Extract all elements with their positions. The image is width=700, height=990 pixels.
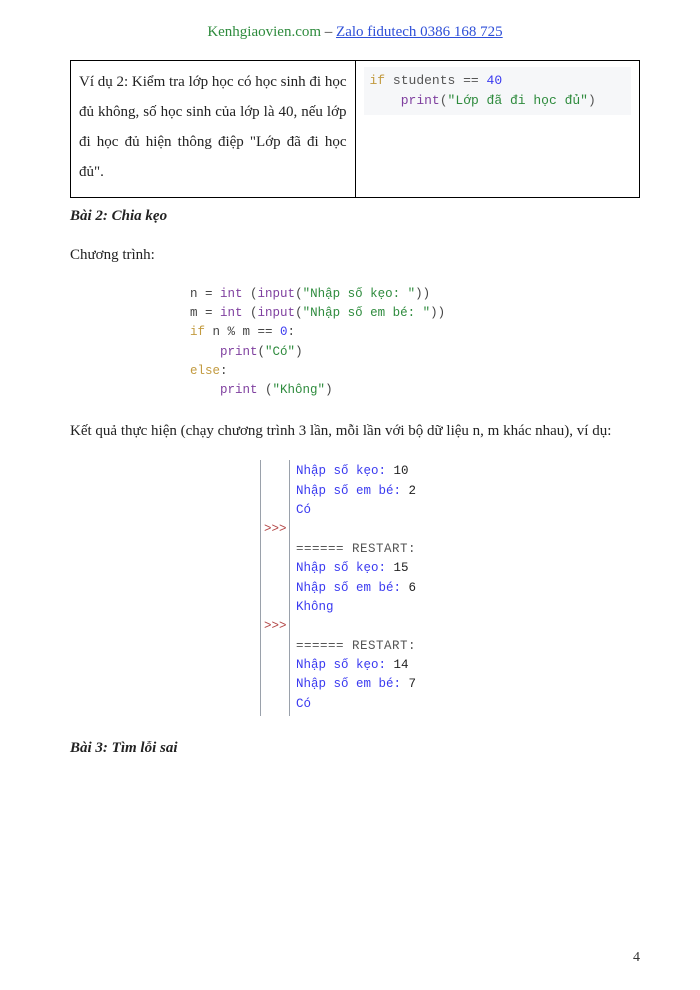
site-name: Kenhgiaovien.com (207, 24, 321, 40)
prompt-1: >>> (264, 522, 287, 536)
section2-para: Chương trình: (70, 243, 640, 269)
section3-title: Bài 3: Tìm lỗi sai (70, 736, 640, 762)
example-table: Ví dụ 2: Kiểm tra lớp học có học sinh đi… (70, 60, 640, 198)
example-code: if students == 40 print("Lớp đã đi học đ… (364, 67, 632, 115)
page-header: Kenhgiaovien.com – Zalo fidutech 0386 16… (70, 20, 640, 46)
example-code-cell: if students == 40 print("Lớp đã đi học đ… (355, 60, 640, 197)
zalo-link[interactable]: Zalo fidutech 0386 168 725 (336, 24, 503, 40)
example-text: Ví dụ 2: Kiểm tra lớp học có học sinh đi… (79, 74, 347, 180)
output-gutter: >>> >>> (260, 460, 290, 716)
output-body: Nhập số kẹo: 10 Nhập số em bé: 2 Có ====… (290, 460, 422, 716)
section2-title: Bài 2: Chia kẹo (70, 204, 640, 230)
example-text-cell: Ví dụ 2: Kiểm tra lớp học có học sinh đi… (71, 60, 356, 197)
prompt-2: >>> (264, 619, 287, 633)
output-block: >>> >>> Nhập số kẹo: 10 Nhập số em bé: 2 … (260, 460, 640, 716)
kw-if: if (370, 73, 386, 88)
section2-code: n = int (input("Nhập số kẹo: ")) m = int… (190, 285, 640, 401)
header-sep: – (321, 24, 336, 40)
section2-result-para: Kết quả thực hiện (chạy chương trình 3 l… (70, 419, 640, 445)
fn-print: print (401, 93, 440, 108)
page-number: 4 (633, 946, 640, 970)
